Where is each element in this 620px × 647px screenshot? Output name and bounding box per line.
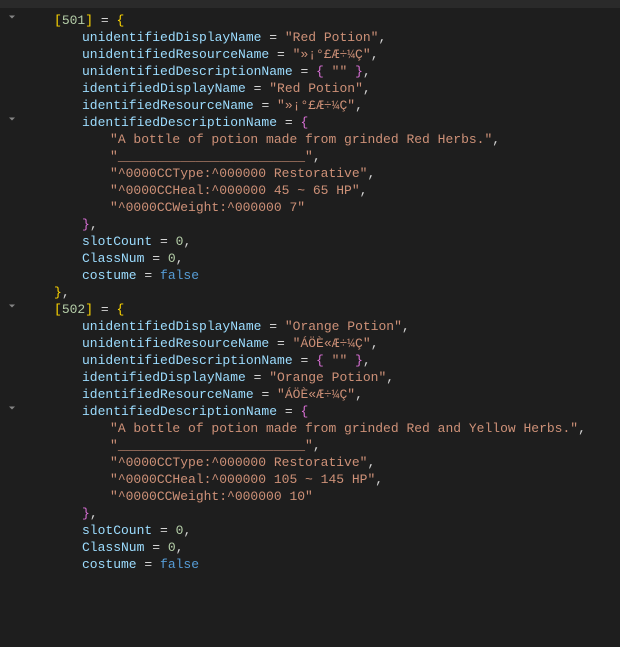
code-line: identifiedDisplayName = "Red Potion", xyxy=(26,80,620,97)
code-line: unidentifiedResourceName = "ÁÖÈ«Æ÷¼Ç", xyxy=(26,335,620,352)
code-line: costume = false xyxy=(26,267,620,284)
code-line: unidentifiedDisplayName = "Orange Potion… xyxy=(26,318,620,335)
code-line: identifiedDescriptionName = { xyxy=(26,114,620,131)
code-line: slotCount = 0, xyxy=(26,233,620,250)
code-line: slotCount = 0, xyxy=(26,522,620,539)
code-line: costume = false xyxy=(26,556,620,573)
code-line: "________________________", xyxy=(26,148,620,165)
code-line: ClassNum = 0, xyxy=(26,250,620,267)
code-line: unidentifiedDescriptionName = { "" }, xyxy=(26,352,620,369)
code-line: unidentifiedDescriptionName = { "" }, xyxy=(26,63,620,80)
code-line: }, xyxy=(26,505,620,522)
code-line: identifiedResourceName = "»¡°£Æ÷¼Ç", xyxy=(26,97,620,114)
code-line: "^0000CCHeal:^000000 105 ~ 145 HP", xyxy=(26,471,620,488)
code-line: [501] = { xyxy=(26,12,620,29)
horizontal-scrollbar-track[interactable] xyxy=(0,0,620,8)
code-editor: [501] = { unidentifiedDisplayName = "Red… xyxy=(0,8,620,647)
fold-toggle[interactable] xyxy=(0,297,24,314)
code-line: "A bottle of potion made from grinded Re… xyxy=(26,420,620,437)
code-line: [502] = { xyxy=(26,301,620,318)
code-line: "^0000CCHeal:^000000 45 ~ 65 HP", xyxy=(26,182,620,199)
code-line: identifiedDisplayName = "Orange Potion", xyxy=(26,369,620,386)
code-line: "________________________", xyxy=(26,437,620,454)
code-line: identifiedDescriptionName = { xyxy=(26,403,620,420)
fold-toggle[interactable] xyxy=(0,110,24,127)
code-line: "^0000CCType:^000000 Restorative", xyxy=(26,165,620,182)
code-content[interactable]: [501] = { unidentifiedDisplayName = "Red… xyxy=(24,8,620,647)
code-line: "^0000CCWeight:^000000 10" xyxy=(26,488,620,505)
fold-gutter xyxy=(0,8,24,647)
fold-toggle[interactable] xyxy=(0,8,24,25)
fold-toggle[interactable] xyxy=(0,399,24,416)
code-line: "A bottle of potion made from grinded Re… xyxy=(26,131,620,148)
code-line: unidentifiedResourceName = "»¡°£Æ÷¼Ç", xyxy=(26,46,620,63)
code-line: identifiedResourceName = "ÁÖÈ«Æ÷¼Ç", xyxy=(26,386,620,403)
code-line: }, xyxy=(26,216,620,233)
code-line: }, xyxy=(26,284,620,301)
code-line: "^0000CCWeight:^000000 7" xyxy=(26,199,620,216)
code-line: ClassNum = 0, xyxy=(26,539,620,556)
code-line: "^0000CCType:^000000 Restorative", xyxy=(26,454,620,471)
code-line: unidentifiedDisplayName = "Red Potion", xyxy=(26,29,620,46)
